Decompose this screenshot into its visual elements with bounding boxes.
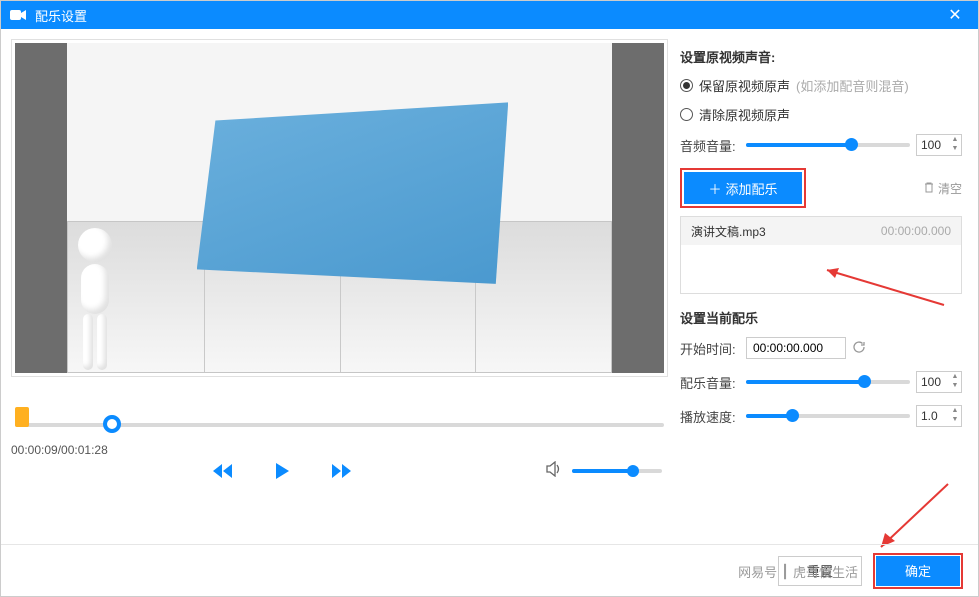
music-volume-label: 配乐音量: [680,373,740,392]
original-audio-heading: 设置原视频声音: [680,47,962,66]
track-name: 演讲文稿.mp3 [691,223,881,240]
play-button[interactable] [274,462,290,480]
preview-container [11,39,668,377]
radio-icon [680,79,693,92]
add-music-highlight: ＋ 添加配乐 [680,168,806,208]
app-icon [9,6,27,24]
trash-icon [923,181,935,196]
start-time-label: 开始时间: [680,339,740,358]
music-volume-input[interactable]: 100 ▲▼ [916,371,962,393]
audio-volume-input[interactable]: 100 ▲▼ [916,134,962,156]
playhead[interactable] [103,415,121,433]
audio-volume-slider[interactable] [746,143,910,147]
window-title: 配乐设置 [35,6,940,25]
playback-speed-slider[interactable] [746,414,910,418]
radio-hint: (如添加配音则混音) [796,76,909,95]
forward-button[interactable] [330,462,352,480]
playback-speed-input[interactable]: 1.0 ▲▼ [916,405,962,427]
footer: 重置 网易号┃虎哥慢生活 确定 [1,544,978,596]
seek-bar[interactable] [11,407,668,437]
keep-original-audio-radio[interactable]: 保留原视频原声 (如添加配音则混音) [680,76,962,95]
left-panel: 00:00:09/00:01:28 [11,39,668,544]
speaker-icon[interactable] [546,461,564,480]
reset-time-icon[interactable] [852,340,866,357]
current-music-heading: 设置当前配乐 [680,308,962,327]
transport-controls [11,461,668,480]
right-panel: 设置原视频声音: 保留原视频原声 (如添加配音则混音) 清除原视频原声 音频音量… [678,39,968,544]
video-preview[interactable] [15,43,664,373]
titlebar: 配乐设置 ✕ [1,1,978,29]
ok-button[interactable]: 确定 [876,556,960,586]
close-button[interactable]: ✕ [940,5,970,25]
music-volume-slider[interactable] [746,380,910,384]
clear-original-audio-radio[interactable]: 清除原视频原声 [680,105,962,124]
start-time-input[interactable] [746,337,846,359]
music-track-item[interactable]: 演讲文稿.mp3 00:00:00.000 [681,217,961,245]
track-time: 00:00:00.000 [881,224,951,238]
player-volume-slider[interactable] [572,469,662,473]
timecode: 00:00:09/00:01:28 [11,443,668,457]
rewind-button[interactable] [212,462,234,480]
music-track-list: 演讲文稿.mp3 00:00:00.000 [680,216,962,294]
plus-icon: ＋ [708,179,721,198]
reset-button[interactable]: 重置 [778,556,862,586]
radio-label: 保留原视频原声 [699,76,790,95]
playback-speed-label: 播放速度: [680,407,740,426]
radio-icon [680,108,693,121]
radio-label: 清除原视频原声 [699,105,790,124]
trim-start-handle[interactable] [15,407,29,427]
app-window: 配乐设置 ✕ 00:00:09/00 [0,0,979,597]
clear-all-link[interactable]: 清空 [923,180,962,197]
audio-volume-label: 音频音量: [680,136,740,155]
add-music-button[interactable]: ＋ 添加配乐 [684,172,802,204]
